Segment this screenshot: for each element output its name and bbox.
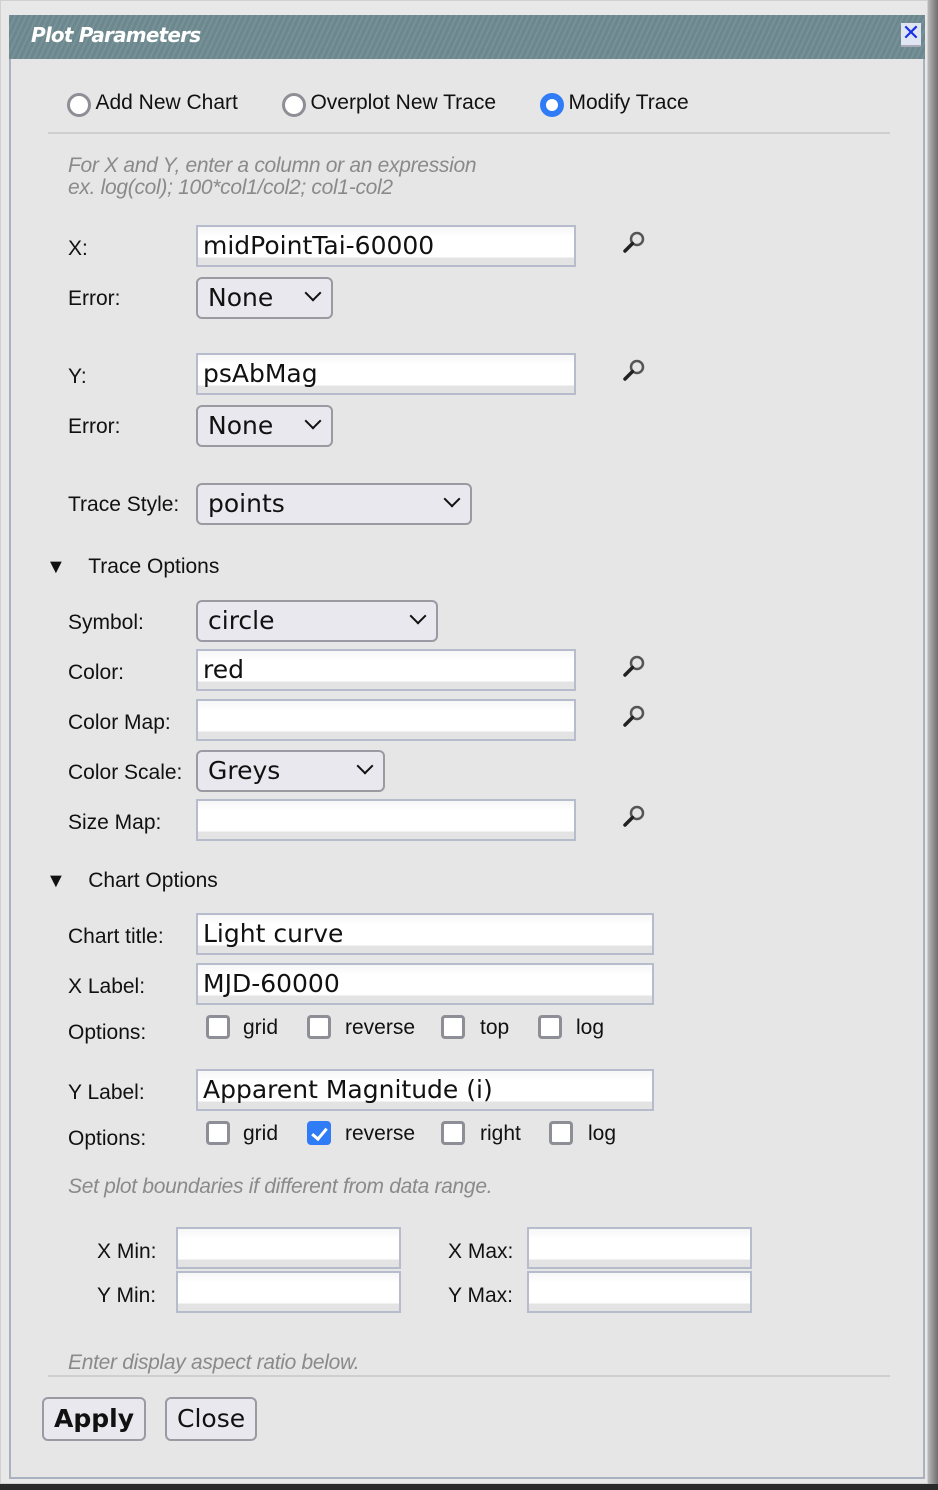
symbol-label: Symbol: xyxy=(68,611,144,634)
x-min-label: X Min: xyxy=(97,1240,157,1263)
color-scale-select[interactable]: Greys xyxy=(196,750,385,792)
trace-style-label: Trace Style: xyxy=(68,493,180,516)
y-max-label: Y Max: xyxy=(448,1284,513,1307)
chart-title-input[interactable]: Light curve xyxy=(196,913,654,955)
y-max-input[interactable] xyxy=(527,1271,752,1313)
close-x-icon[interactable]: ✕ xyxy=(901,23,921,47)
x-options-label: Options: xyxy=(68,1021,147,1044)
hint-line-2: ex. log(col); 100*col1/col2; col1-col2 xyxy=(68,176,393,199)
y-error-select[interactable]: None xyxy=(196,405,333,447)
size-map-search-icon[interactable] xyxy=(621,803,647,829)
color-input[interactable]: red xyxy=(196,649,576,691)
x-input[interactable]: midPointTai-60000 xyxy=(196,225,576,267)
y-grid-checkbox[interactable] xyxy=(206,1121,230,1145)
size-map-label: Size Map: xyxy=(68,811,162,834)
divider xyxy=(48,132,890,134)
hint-line-1: For X and Y, enter a column or an expres… xyxy=(68,154,477,177)
radio-label: Modify Trace xyxy=(568,91,689,114)
y-right-checkbox[interactable] xyxy=(441,1121,465,1145)
y-log-label: log xyxy=(588,1122,617,1145)
x-log-checkbox[interactable] xyxy=(538,1015,562,1039)
x-axis-label-input[interactable]: MJD-60000 xyxy=(196,963,654,1005)
size-map-input[interactable] xyxy=(196,799,576,841)
radio-overplot-new-trace[interactable] xyxy=(282,92,306,117)
symbol-select[interactable]: circle xyxy=(196,600,438,642)
radio-modify-trace[interactable] xyxy=(540,92,564,117)
chevron-down-icon xyxy=(409,607,427,625)
y-axis-label-label: Y Label: xyxy=(68,1081,145,1104)
chevron-down-icon xyxy=(304,412,322,430)
radio-label: Add New Chart xyxy=(95,91,238,114)
chart-title-label: Chart title: xyxy=(68,925,164,948)
y-grid-label: grid xyxy=(243,1122,279,1145)
color-map-search-icon[interactable] xyxy=(621,703,647,729)
color-scale-value: Greys xyxy=(208,756,281,785)
mode-option-add-new-chart[interactable]: Add New Chart xyxy=(67,91,238,117)
x-top-checkbox[interactable] xyxy=(441,1015,465,1039)
y-log-checkbox[interactable] xyxy=(549,1121,573,1145)
y-reverse-checkbox[interactable] xyxy=(307,1121,331,1145)
backdrop xyxy=(928,0,938,1490)
y-error-label: Error: xyxy=(68,415,121,438)
x-column-search-icon[interactable] xyxy=(621,229,647,255)
chevron-down-icon xyxy=(304,284,322,302)
x-reverse-label: reverse xyxy=(345,1016,416,1039)
apply-button[interactable]: Apply xyxy=(42,1397,147,1441)
y-right-label: right xyxy=(480,1122,521,1145)
x-max-label: X Max: xyxy=(448,1240,514,1263)
mode-option-overplot-new-trace[interactable]: Overplot New Trace xyxy=(282,91,496,117)
close-button[interactable]: Close xyxy=(165,1397,258,1441)
symbol-value: circle xyxy=(208,606,275,635)
radio-add-new-chart[interactable] xyxy=(67,92,91,117)
x-grid-label: grid xyxy=(243,1016,279,1039)
aspect-ratio-hint: Enter display aspect ratio below. xyxy=(68,1351,360,1374)
chart-options-heading: Chart Options xyxy=(88,869,218,892)
backdrop-shadow xyxy=(0,1484,938,1490)
expanded-triangle-icon: ▼ xyxy=(46,870,66,892)
y-error-value: None xyxy=(208,411,274,440)
x-log-label: log xyxy=(576,1016,605,1039)
dialog-titlebar[interactable]: Plot Parameters ✕ xyxy=(9,15,925,59)
trace-style-select[interactable]: points xyxy=(196,483,472,525)
x-error-label: Error: xyxy=(68,287,121,310)
mode-option-modify-trace[interactable]: Modify Trace xyxy=(540,91,689,117)
x-error-select[interactable]: None xyxy=(196,277,333,319)
expression-hint: For X and Y, enter a column or an expres… xyxy=(68,154,477,199)
plot-parameters-dialog: Plot Parameters ✕ Add New Chart Overplot… xyxy=(0,0,928,1484)
dialog-title: Plot Parameters xyxy=(31,23,201,47)
y-label: Y: xyxy=(68,365,87,388)
color-label: Color: xyxy=(68,661,125,684)
bounds-hint: Set plot boundaries if different from da… xyxy=(68,1175,493,1198)
expanded-triangle-icon: ▼ xyxy=(46,556,66,578)
y-min-input[interactable] xyxy=(176,1271,401,1313)
trace-options-heading: Trace Options xyxy=(88,555,220,578)
y-column-search-icon[interactable] xyxy=(621,357,647,383)
chevron-down-icon xyxy=(356,757,374,775)
x-top-label: top xyxy=(480,1016,510,1039)
color-map-label: Color Map: xyxy=(68,711,171,734)
radio-label: Overplot New Trace xyxy=(310,91,497,114)
color-map-input[interactable] xyxy=(196,699,576,741)
trace-options-toggle[interactable]: ▼ Trace Options xyxy=(46,555,219,579)
x-min-input[interactable] xyxy=(176,1227,401,1269)
y-input[interactable]: psAbMag xyxy=(196,353,576,395)
y-reverse-label: reverse xyxy=(345,1122,416,1145)
color-column-search-icon[interactable] xyxy=(621,653,647,679)
x-max-input[interactable] xyxy=(527,1227,752,1269)
chart-options-toggle[interactable]: ▼ Chart Options xyxy=(46,869,218,893)
x-label: X: xyxy=(68,237,88,260)
x-reverse-checkbox[interactable] xyxy=(307,1015,331,1039)
color-scale-label: Color Scale: xyxy=(68,761,183,784)
x-error-value: None xyxy=(208,283,274,312)
y-options-label: Options: xyxy=(68,1127,147,1150)
chevron-down-icon xyxy=(443,490,461,508)
y-min-label: Y Min: xyxy=(97,1284,157,1307)
dialog-body: Add New Chart Overplot New Trace Modify … xyxy=(9,59,925,1479)
y-axis-label-input[interactable]: Apparent Magnitude (i) xyxy=(196,1069,654,1111)
x-grid-checkbox[interactable] xyxy=(206,1015,230,1039)
divider xyxy=(48,1375,890,1377)
trace-style-value: points xyxy=(208,489,285,518)
x-axis-label-label: X Label: xyxy=(68,975,146,998)
